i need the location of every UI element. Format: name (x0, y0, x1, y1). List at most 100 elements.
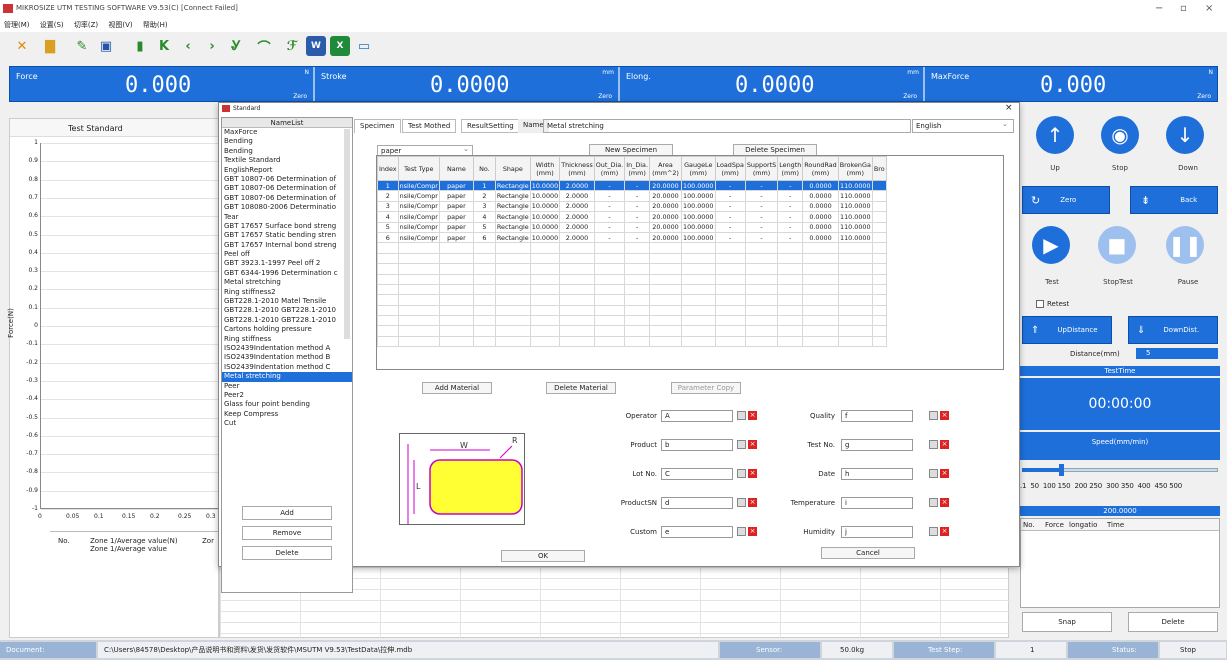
specimen-col-header[interactable]: Area (mm^2) (649, 156, 682, 181)
specimen-cell[interactable]: 100.0000 (681, 221, 716, 233)
specimen-cell[interactable]: 20.0000 (649, 200, 682, 213)
delete-file-icon[interactable]: ▣ (96, 36, 116, 56)
specimen-cell[interactable] (472, 315, 496, 327)
specimen-cell[interactable] (593, 304, 626, 317)
force-zero-button[interactable]: Zero (293, 93, 307, 100)
field-input[interactable]: A (661, 410, 733, 422)
delete-material-button[interactable]: Delete Material (546, 382, 616, 394)
field-save-icon[interactable] (929, 411, 938, 420)
namelist-item[interactable]: Ring stiffness (222, 335, 352, 344)
specimen-cell[interactable] (837, 283, 873, 296)
specimen-cell[interactable]: - (593, 179, 626, 192)
specimen-cell[interactable]: 4 (377, 211, 399, 223)
specimen-cell[interactable]: paper (438, 221, 474, 233)
specimen-cell[interactable]: 110.0000 (837, 231, 873, 244)
specimen-cell[interactable]: - (593, 211, 626, 223)
specimen-cell[interactable]: - (744, 211, 779, 223)
namelist-item[interactable]: GBT228.1-2010 GBT228.1-2010 (222, 316, 352, 325)
specimen-cell[interactable]: 110.0000 (837, 179, 873, 192)
specimen-cell[interactable] (472, 263, 496, 275)
add-standard-button[interactable]: Add (242, 506, 332, 520)
specimen-cell[interactable] (438, 283, 474, 296)
specimen-cell[interactable]: 3 (377, 200, 399, 213)
field-input[interactable]: h (841, 468, 913, 480)
specimen-cell[interactable] (559, 335, 595, 348)
specimen-cell[interactable] (649, 283, 682, 296)
field-save-icon[interactable] (737, 498, 746, 507)
specimen-cell[interactable]: 10.0000 (529, 211, 561, 223)
namelist-item[interactable]: Bending (222, 147, 352, 156)
namelist-item[interactable]: Metal stretching (222, 372, 352, 382)
excel-export-icon[interactable]: X (330, 36, 350, 56)
specimen-cell[interactable] (777, 263, 804, 275)
specimen-cell[interactable] (494, 304, 531, 317)
specimen-cell[interactable] (397, 315, 440, 327)
specimen-cell[interactable] (837, 294, 873, 306)
specimen-cell[interactable]: 110.0000 (837, 211, 873, 223)
specimen-cell[interactable] (802, 283, 839, 296)
specimen-cell[interactable]: 2.0000 (559, 211, 595, 223)
field-input[interactable]: b (661, 439, 733, 451)
specimen-cell[interactable] (777, 273, 804, 285)
field-input[interactable]: j (841, 526, 913, 538)
specimen-cell[interactable] (714, 242, 746, 254)
specimen-cell[interactable] (649, 273, 682, 285)
field-clear-icon[interactable]: × (748, 498, 757, 507)
add-material-button[interactable]: Add Material (422, 382, 492, 394)
play-icon[interactable]: ▶ (1032, 226, 1070, 264)
specimen-cell[interactable] (744, 263, 779, 275)
specimen-cell[interactable]: - (744, 221, 779, 233)
specimen-cell[interactable]: 0.0000 (802, 211, 839, 223)
specimen-cell[interactable] (714, 263, 746, 275)
specimen-cell[interactable] (529, 242, 561, 254)
specimen-cell[interactable]: - (744, 190, 779, 202)
specimen-cell[interactable] (681, 273, 716, 285)
namelist-item[interactable]: GBT 6344-1996 Determination c (222, 269, 352, 278)
specimen-cell[interactable]: 20.0000 (649, 231, 682, 244)
field-input[interactable]: f (841, 410, 913, 422)
specimen-cell[interactable]: 2.0000 (559, 221, 595, 233)
specimen-cell[interactable] (472, 304, 496, 317)
specimen-cell[interactable] (529, 294, 561, 306)
specimen-cell[interactable]: - (714, 211, 746, 223)
specimen-cell[interactable] (744, 283, 779, 296)
specimen-cell[interactable] (681, 294, 716, 306)
specimen-cell[interactable]: nsile/Compr (397, 211, 440, 223)
field-save-icon[interactable] (737, 440, 746, 449)
specimen-cell[interactable] (593, 335, 626, 348)
window-close-button[interactable]: × (1205, 3, 1213, 14)
specimen-cell[interactable] (744, 315, 779, 327)
specimen-cell[interactable] (397, 242, 440, 254)
last-icon[interactable]: Ꮍ (226, 36, 246, 56)
specimen-cell[interactable] (649, 304, 682, 317)
previous-icon[interactable]: ‹ (178, 36, 198, 56)
namelist-item[interactable]: GBT228.1-2010 GBT228.1-2010 (222, 306, 352, 315)
specimen-cell[interactable]: - (593, 221, 626, 233)
field-save-icon[interactable] (737, 411, 746, 420)
specimen-cell[interactable] (494, 242, 531, 254)
specimen-cell[interactable] (837, 273, 873, 285)
specimen-cell[interactable] (714, 304, 746, 317)
specimen-cell[interactable] (837, 252, 873, 265)
specimen-cell[interactable] (802, 315, 839, 327)
specimen-cell[interactable]: 3 (472, 200, 496, 213)
specimen-cell[interactable]: - (777, 221, 804, 233)
specimen-row[interactable] (377, 252, 887, 265)
specimen-row[interactable] (377, 273, 887, 285)
specimen-cell[interactable]: 5 (472, 221, 496, 233)
specimen-cell[interactable] (529, 304, 561, 317)
specimen-cell[interactable] (871, 273, 887, 285)
specimen-cell[interactable] (559, 283, 595, 296)
retest-checkbox[interactable] (1036, 300, 1044, 308)
specimen-cell[interactable] (593, 283, 626, 296)
namelist-item[interactable]: Peer (222, 382, 352, 391)
specimen-col-header[interactable]: Test Type (397, 156, 440, 181)
specimen-row[interactable] (377, 283, 887, 296)
specimen-row[interactable] (377, 242, 887, 254)
specimen-cell[interactable]: - (593, 190, 626, 202)
namelist-item[interactable]: GBT 17657 Surface bond streng (222, 222, 352, 231)
tools-icon[interactable]: ✕ (12, 36, 32, 56)
specimen-cell[interactable] (438, 315, 474, 327)
specimen-cell[interactable] (529, 252, 561, 265)
multi-curve-icon[interactable]: ℱ (282, 36, 302, 56)
